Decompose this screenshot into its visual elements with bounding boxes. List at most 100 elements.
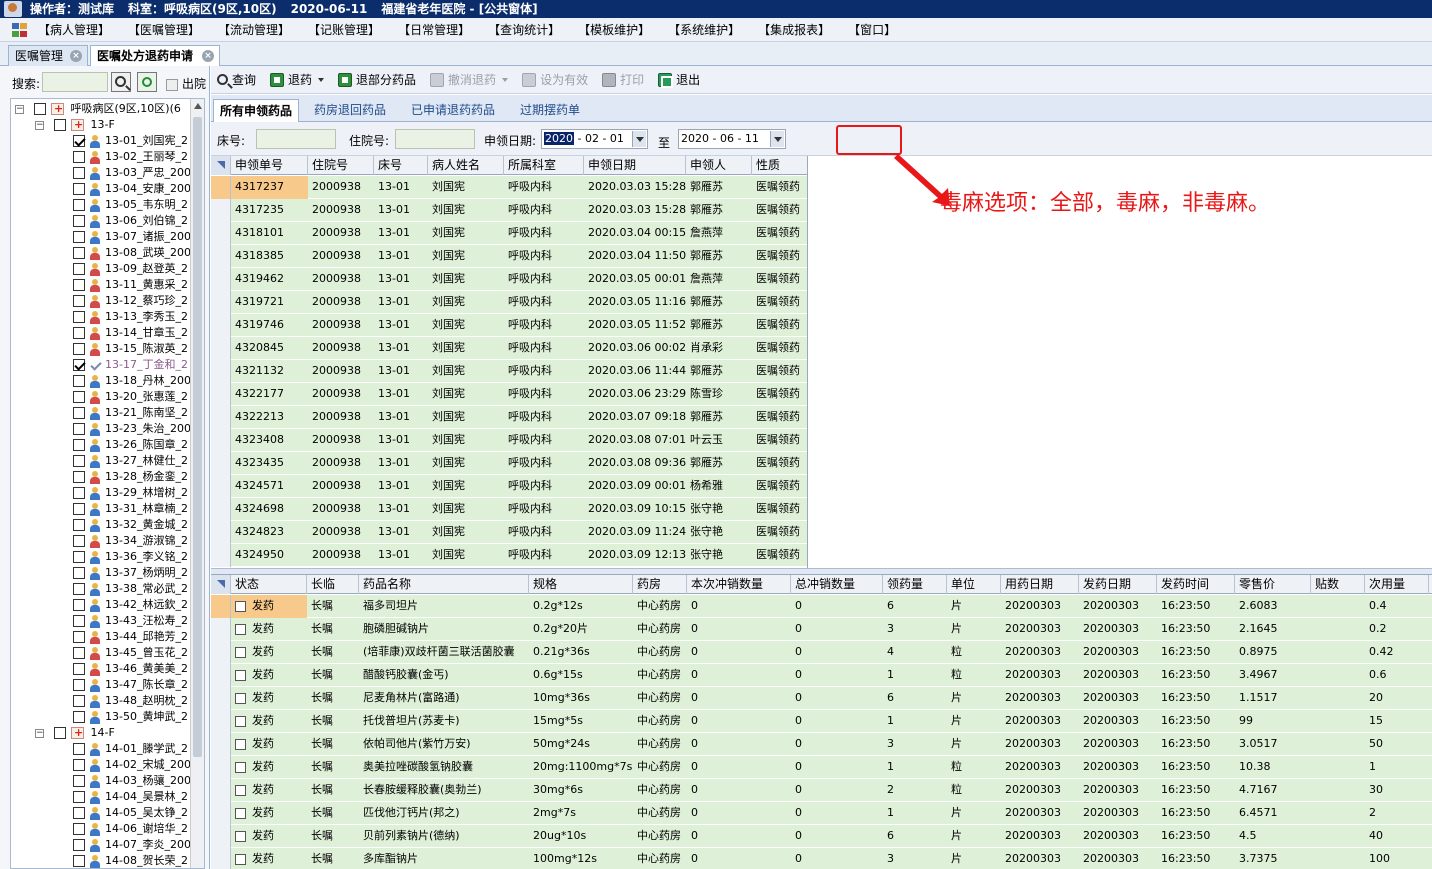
row-indicator[interactable] xyxy=(211,498,231,521)
row-indicator[interactable] xyxy=(211,337,231,360)
patient-item[interactable]: 13-01_刘国宪_2 xyxy=(73,133,188,149)
patient-checkbox[interactable] xyxy=(73,839,85,851)
patient-checkbox[interactable] xyxy=(73,247,85,259)
table-row[interactable]: 4323435 2000938 13-01 刘国宪 呼吸内科 2020.03.08 09:… xyxy=(211,452,807,475)
table-row[interactable]: 发药 长嘱 尼麦角林片(富路通) 10mg*36s 中心药房 0 0 6 片 20200303 20… xyxy=(211,687,1432,710)
patient-checkbox[interactable] xyxy=(73,487,85,499)
date-to-picker[interactable]: 2020 - 06 - 11 xyxy=(678,129,786,149)
patient-item[interactable]: 13-28_杨金銮_2 xyxy=(73,469,188,485)
patient-checkbox[interactable] xyxy=(73,615,85,627)
patient-checkbox[interactable] xyxy=(73,679,85,691)
patient-item[interactable]: 13-34_游淑锦_2 xyxy=(73,533,188,549)
patient-item[interactable]: 13-08_武瑛_200 xyxy=(73,245,191,261)
search-input[interactable] xyxy=(42,72,108,92)
patient-item[interactable]: 13-50_黄坤武_2 xyxy=(73,709,188,725)
row-indicator[interactable] xyxy=(211,687,231,710)
patient-checkbox[interactable] xyxy=(73,135,85,147)
table-row[interactable]: 4319721 2000938 13-01 刘国宪 呼吸内科 2020.03.05 11:… xyxy=(211,291,807,314)
patient-item[interactable]: 13-03_严忠_200 xyxy=(73,165,191,181)
table-row[interactable]: 4317237 2000938 13-01 刘国宪 呼吸内科 2020.03.03 15:… xyxy=(211,176,807,199)
column-header[interactable]: 总冲销数量 xyxy=(791,575,883,594)
menu-transfer[interactable]: 【流动管理】 xyxy=(218,21,290,38)
row-checkbox[interactable] xyxy=(235,600,246,612)
row-indicator[interactable] xyxy=(211,756,231,779)
row-checkbox[interactable] xyxy=(235,830,246,842)
patient-item[interactable]: 13-14_甘章玉_2 xyxy=(73,325,188,341)
table-row[interactable]: 4318385 2000938 13-01 刘国宪 呼吸内科 2020.03.04 11:… xyxy=(211,245,807,268)
column-header[interactable]: 次用量 xyxy=(1365,575,1429,594)
collapse-icon[interactable]: − xyxy=(35,728,44,738)
column-header[interactable]: 药房 xyxy=(633,575,687,594)
column-header[interactable]: 规格 xyxy=(529,575,633,594)
column-header[interactable]: 贴数 xyxy=(1311,575,1365,594)
patient-item[interactable]: 13-05_韦东明_2 xyxy=(73,197,188,213)
row-indicator[interactable] xyxy=(211,406,231,429)
table-row[interactable]: 发药 长嘱 (培菲康)双歧杆菌三联活菌胶囊 0.21g*36s 中心药房 0 0 4 粒 2020… xyxy=(211,641,1432,664)
patient-checkbox[interactable] xyxy=(73,375,85,387)
table-row[interactable]: 4321132 2000938 13-01 刘国宪 呼吸内科 2020.03.06 11:… xyxy=(211,360,807,383)
patient-checkbox[interactable] xyxy=(73,647,85,659)
patient-checkbox[interactable] xyxy=(73,823,85,835)
patient-checkbox[interactable] xyxy=(73,407,85,419)
patient-item[interactable]: 13-29_林增树_2 xyxy=(73,485,188,501)
patient-item[interactable]: 13-13_李秀玉_2 xyxy=(73,309,188,325)
row-indicator[interactable] xyxy=(211,641,231,664)
row-indicator[interactable] xyxy=(211,710,231,733)
tree-group-14f[interactable]: − 14-F xyxy=(35,725,115,741)
table-row[interactable]: 发药 长嘱 胞磷胆碱钠片 0.2g*20片 中心药房 0 0 3 片 20200303 202003… xyxy=(211,618,1432,641)
row-indicator[interactable] xyxy=(211,848,231,869)
row-indicator[interactable] xyxy=(211,245,231,268)
patient-checkbox[interactable] xyxy=(73,151,85,163)
menu-system[interactable]: 【系统维护】 xyxy=(668,21,740,38)
patient-item[interactable]: 13-18_丹林_200 xyxy=(73,373,191,389)
table-row[interactable]: 4317235 2000938 13-01 刘国宪 呼吸内科 2020.03.03 15:… xyxy=(211,199,807,222)
patient-item[interactable]: 13-46_黄美美_2 xyxy=(73,661,188,677)
row-indicator[interactable] xyxy=(211,521,231,544)
row-checkbox[interactable] xyxy=(235,669,246,681)
table-row[interactable]: 4324950 2000938 13-01 刘国宪 呼吸内科 2020.03.09 12:… xyxy=(211,544,807,567)
row-checkbox[interactable] xyxy=(235,784,246,796)
select-all-header[interactable] xyxy=(211,575,231,594)
row-indicator[interactable] xyxy=(211,360,231,383)
patient-item[interactable]: 13-48_赵明枕_2 xyxy=(73,693,188,709)
tab-all-drugs[interactable]: 所有申领药品 xyxy=(213,99,300,122)
patient-item[interactable]: 13-11_黄惠采_2 xyxy=(73,277,188,293)
patient-checkbox[interactable] xyxy=(73,215,85,227)
patient-checkbox[interactable] xyxy=(73,551,85,563)
patient-checkbox[interactable] xyxy=(73,535,85,547)
scrollbar-thumb[interactable] xyxy=(193,117,202,757)
chevron-down-icon[interactable] xyxy=(502,77,509,82)
patient-checkbox[interactable] xyxy=(73,759,85,771)
row-checkbox[interactable] xyxy=(235,738,246,750)
patient-item[interactable]: 13-15_陈淑英_2 xyxy=(73,341,188,357)
exit-button[interactable]: 退出 xyxy=(658,71,700,88)
row-indicator[interactable] xyxy=(211,199,231,222)
table-row[interactable]: 4318101 2000938 13-01 刘国宪 呼吸内科 2020.03.04 00:… xyxy=(211,222,807,245)
row-indicator[interactable] xyxy=(211,429,231,452)
menu-billing[interactable]: 【记账管理】 xyxy=(308,21,380,38)
patient-item[interactable]: 14-04_吴景林_2 xyxy=(73,789,188,805)
discharge-checkbox[interactable] xyxy=(166,78,178,91)
patient-item[interactable]: 13-07_诸振_200 xyxy=(73,229,191,245)
table-row[interactable]: 4323408 2000938 13-01 刘国宪 呼吸内科 2020.03.08 07:… xyxy=(211,429,807,452)
patient-item[interactable]: 13-37_杨炳明_2 xyxy=(73,565,188,581)
patient-item[interactable]: 14-08_贺长荣_2 xyxy=(73,853,188,868)
patient-item[interactable]: 14-02_宋城_200 xyxy=(73,757,191,773)
row-indicator[interactable] xyxy=(211,779,231,802)
patient-checkbox[interactable] xyxy=(73,167,85,179)
table-row[interactable]: 4322213 2000938 13-01 刘国宪 呼吸内科 2020.03.07 09:… xyxy=(211,406,807,429)
tree-checkbox[interactable] xyxy=(53,119,66,131)
table-row[interactable]: 发药 长嘱 多库酯钠片 100mg*12s 中心药房 0 0 3 片 20200303 202003… xyxy=(211,848,1432,869)
row-indicator[interactable] xyxy=(211,222,231,245)
tab-order-management[interactable]: 医嘱管理 × xyxy=(8,45,88,66)
patient-checkbox[interactable] xyxy=(73,327,85,339)
patient-item[interactable]: 13-12_蔡巧珍_2 xyxy=(73,293,188,309)
row-indicator[interactable] xyxy=(211,452,231,475)
table-row[interactable]: 发药 长嘱 匹伐他汀钙片(邦之) 2mg*7s 中心药房 0 0 1 片 20200303 2020… xyxy=(211,802,1432,825)
table-row[interactable]: 发药 长嘱 托伐普坦片(苏麦卡) 15mg*5s 中心药房 0 0 1 片 20200303 202… xyxy=(211,710,1432,733)
row-indicator[interactable] xyxy=(211,383,231,406)
patient-item[interactable]: 13-47_陈长章_2 xyxy=(73,677,188,693)
patient-checkbox[interactable] xyxy=(73,391,85,403)
tree-root[interactable]: − 呼吸病区(9区,10区)(6 xyxy=(15,101,181,117)
patient-checkbox[interactable] xyxy=(73,519,85,531)
